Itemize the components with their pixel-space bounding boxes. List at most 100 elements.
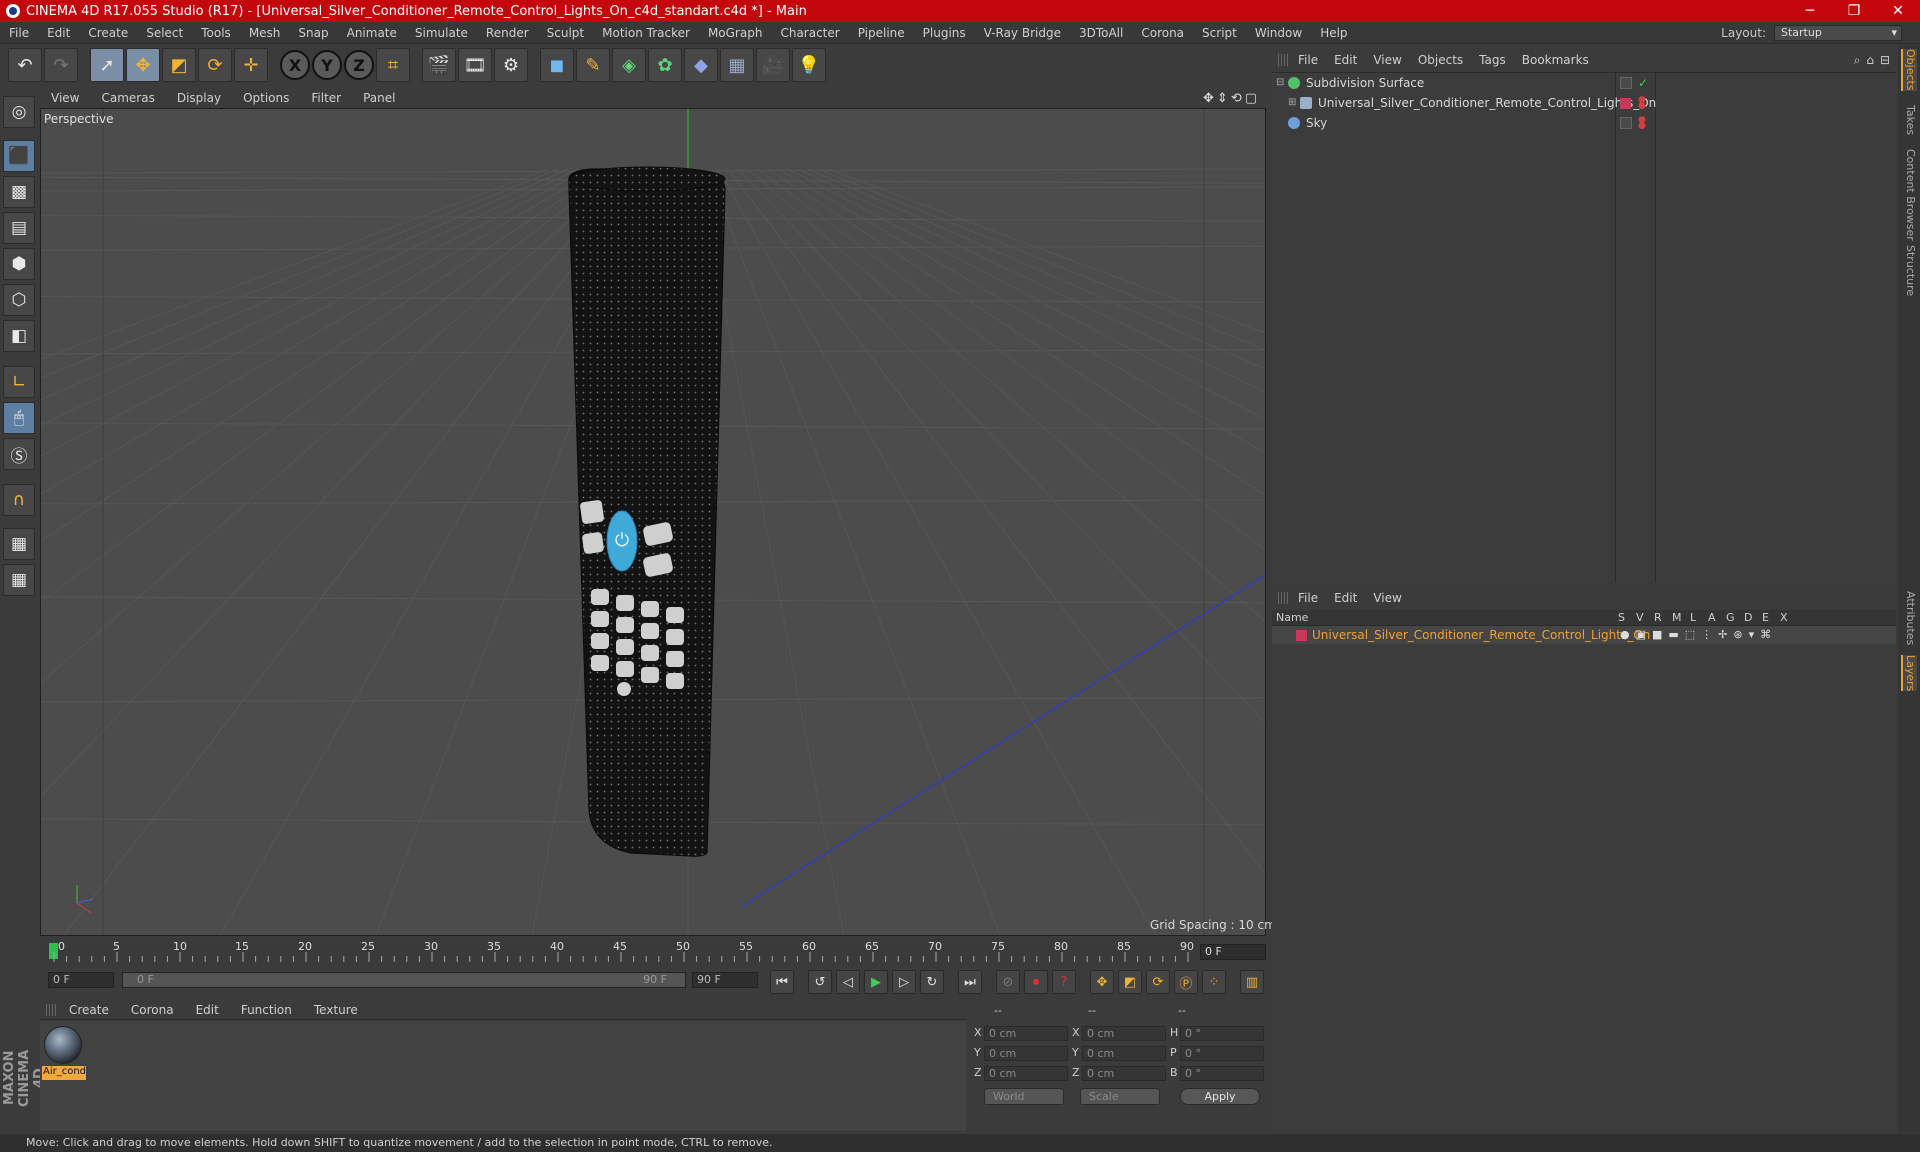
layer-color-swatch[interactable] xyxy=(1296,630,1307,641)
texture-mode-icon[interactable]: ▩ xyxy=(3,176,35,208)
layer-color-swatch[interactable] xyxy=(1620,98,1631,109)
menu-window[interactable]: Window xyxy=(1246,26,1311,40)
menu-pipeline[interactable]: Pipeline xyxy=(849,26,914,40)
viewport-menu-panel[interactable]: Panel xyxy=(352,91,406,105)
column-locked[interactable]: L xyxy=(1690,611,1696,624)
make-editable-icon[interactable]: ◎ xyxy=(3,96,35,128)
layer-tag-cell[interactable] xyxy=(1620,77,1632,89)
layer-menu-edit[interactable]: Edit xyxy=(1326,591,1365,605)
column-expressions[interactable]: E xyxy=(1762,611,1769,624)
menu-file[interactable]: File xyxy=(0,26,38,40)
material-menu-create[interactable]: Create xyxy=(58,1003,120,1017)
menu-character[interactable]: Character xyxy=(771,26,848,40)
spline-pen-icon[interactable]: ✎ xyxy=(576,48,610,82)
layer-list[interactable] xyxy=(1272,627,1896,1132)
expand-toggle-icon[interactable]: ⊞ xyxy=(1288,94,1296,112)
menu-motion-tracker[interactable]: Motion Tracker xyxy=(593,26,699,40)
tweak-mode-icon[interactable]: 🖱 xyxy=(3,402,35,434)
menu-3dtoall[interactable]: 3DToAll xyxy=(1070,26,1132,40)
viewport-canvas[interactable]: ⏻ xyxy=(41,109,1266,936)
object-menu-edit[interactable]: Edit xyxy=(1326,53,1365,67)
menu-snap[interactable]: Snap xyxy=(289,26,337,40)
cube-primitive-icon[interactable]: ◼ xyxy=(540,48,574,82)
material-menu-edit[interactable]: Edit xyxy=(185,1003,230,1017)
go-to-end-icon[interactable]: ⏭ xyxy=(958,970,982,994)
max-time-field[interactable]: 90 F xyxy=(692,972,758,988)
menu-simulate[interactable]: Simulate xyxy=(406,26,477,40)
object-manager-expand-icon[interactable]: ⊟ xyxy=(1880,53,1896,67)
move-tool-icon[interactable]: ✥ xyxy=(126,48,160,82)
menu-tools[interactable]: Tools xyxy=(192,26,240,40)
viewport-menu-view[interactable]: View xyxy=(40,91,90,105)
previous-frame-icon[interactable]: ◁ xyxy=(836,970,860,994)
coordinate-mode-select[interactable]: World xyxy=(984,1088,1064,1105)
size-z-field[interactable]: 0 cm xyxy=(1082,1066,1166,1081)
collapse-toggle-icon[interactable]: ⊟ xyxy=(1276,74,1284,92)
object-manager-home-icon[interactable]: ⌂ xyxy=(1860,53,1880,67)
tab-attributes[interactable]: Attributes xyxy=(1901,591,1917,645)
menu-help[interactable]: Help xyxy=(1311,26,1356,40)
object-row-subdivision-surface[interactable]: ⊟ Subdivision Surface ✓ xyxy=(1272,74,1896,92)
subdivision-surface-icon[interactable]: ◈ xyxy=(612,48,646,82)
edges-mode-icon[interactable]: ⬡ xyxy=(3,284,35,316)
rot-p-field[interactable]: 0 ° xyxy=(1180,1046,1264,1061)
material-menu-corona[interactable]: Corona xyxy=(120,1003,185,1017)
tab-layers[interactable]: Layers xyxy=(1901,655,1917,692)
pos-y-field[interactable]: 0 cm xyxy=(984,1046,1068,1061)
column-view[interactable]: V xyxy=(1636,611,1644,624)
deformer-icon[interactable]: ◆ xyxy=(684,48,718,82)
menu-mesh[interactable]: Mesh xyxy=(240,26,290,40)
layer-name[interactable]: Universal_Silver_Conditioner_Remote_Cont… xyxy=(1312,626,1650,644)
undo-icon[interactable]: ↶ xyxy=(8,48,42,82)
size-x-field[interactable]: 0 cm xyxy=(1082,1026,1166,1041)
next-frame-icon[interactable]: ▷ xyxy=(892,970,916,994)
menu-sculpt[interactable]: Sculpt xyxy=(538,26,593,40)
object-menu-bookmarks[interactable]: Bookmarks xyxy=(1514,53,1597,67)
render-view-icon[interactable]: 🎬 xyxy=(422,48,456,82)
object-row-remote-control[interactable]: ⊞ Universal_Silver_Conditioner_Remote_Co… xyxy=(1272,94,1896,112)
menu-edit[interactable]: Edit xyxy=(38,26,79,40)
apply-button[interactable]: Apply xyxy=(1180,1088,1260,1105)
size-y-field[interactable]: 0 cm xyxy=(1082,1046,1166,1061)
keyframe-rotation-icon[interactable]: ⟳ xyxy=(1146,970,1170,994)
column-animation[interactable]: A xyxy=(1708,611,1716,624)
planar-workplane-icon[interactable]: ▦ xyxy=(3,564,35,596)
light-icon[interactable]: 💡 xyxy=(792,48,826,82)
viewport-navigation-icons[interactable]: ✥⇕⟲▢ xyxy=(1203,91,1266,106)
object-menu-tags[interactable]: Tags xyxy=(1471,53,1514,67)
menu-vray-bridge[interactable]: V-Ray Bridge xyxy=(975,26,1070,40)
menu-mograph[interactable]: MoGraph xyxy=(699,26,772,40)
viewport-menu-cameras[interactable]: Cameras xyxy=(90,91,165,105)
render-picture-viewer-icon[interactable]: 🎞 xyxy=(458,48,492,82)
object-list[interactable] xyxy=(1272,72,1896,582)
record-active-objects-icon[interactable]: ⏺ xyxy=(1024,970,1048,994)
restore-button[interactable]: ❐ xyxy=(1832,3,1876,19)
polygons-mode-icon[interactable]: ◧ xyxy=(3,320,35,352)
material-list[interactable] xyxy=(40,1021,966,1131)
edit-render-settings-icon[interactable]: ⚙ xyxy=(494,48,528,82)
column-generators[interactable]: G xyxy=(1726,611,1735,624)
pos-z-field[interactable]: 0 cm xyxy=(984,1066,1068,1081)
workplane-mode-icon[interactable]: ▤ xyxy=(3,212,35,244)
layer-row[interactable]: Universal_Silver_Conditioner_Remote_Cont… xyxy=(1272,626,1896,644)
previous-key-icon[interactable]: ↺ xyxy=(808,970,832,994)
material-menu-function[interactable]: Function xyxy=(230,1003,303,1017)
object-row-sky[interactable]: Sky ● ● xyxy=(1272,114,1896,132)
timeline-ruler[interactable]: 0 5 10 15 20 25 30 35 40 45 50 55 60 65 … xyxy=(40,938,1266,966)
column-render[interactable]: R xyxy=(1654,611,1662,624)
layer-toggle-icons[interactable]: ●▣■▬⬚⋮✢⊛▾⌘ xyxy=(1620,626,1777,644)
material-preview-ball[interactable] xyxy=(44,1026,82,1064)
menu-corona[interactable]: Corona xyxy=(1132,26,1193,40)
panel-grip-icon[interactable] xyxy=(1278,54,1290,66)
size-mode-select[interactable]: Scale xyxy=(1080,1088,1160,1105)
redo-icon[interactable]: ↷ xyxy=(44,48,78,82)
tab-takes[interactable]: Takes xyxy=(1901,105,1917,135)
column-xref[interactable]: X xyxy=(1780,611,1788,624)
model-mode-icon[interactable]: ⬛ xyxy=(3,140,35,172)
object-manager-search-icon[interactable]: ⌕ xyxy=(1854,53,1861,68)
go-to-start-icon[interactable]: ⏮ xyxy=(770,970,794,994)
viewport-menu-filter[interactable]: Filter xyxy=(300,91,352,105)
timeline-ticks-canvas[interactable] xyxy=(40,938,1266,966)
visibility-dots-icon[interactable]: ● ● xyxy=(1638,96,1646,111)
preview-range-slider[interactable]: 0 F 90 F xyxy=(122,972,686,988)
